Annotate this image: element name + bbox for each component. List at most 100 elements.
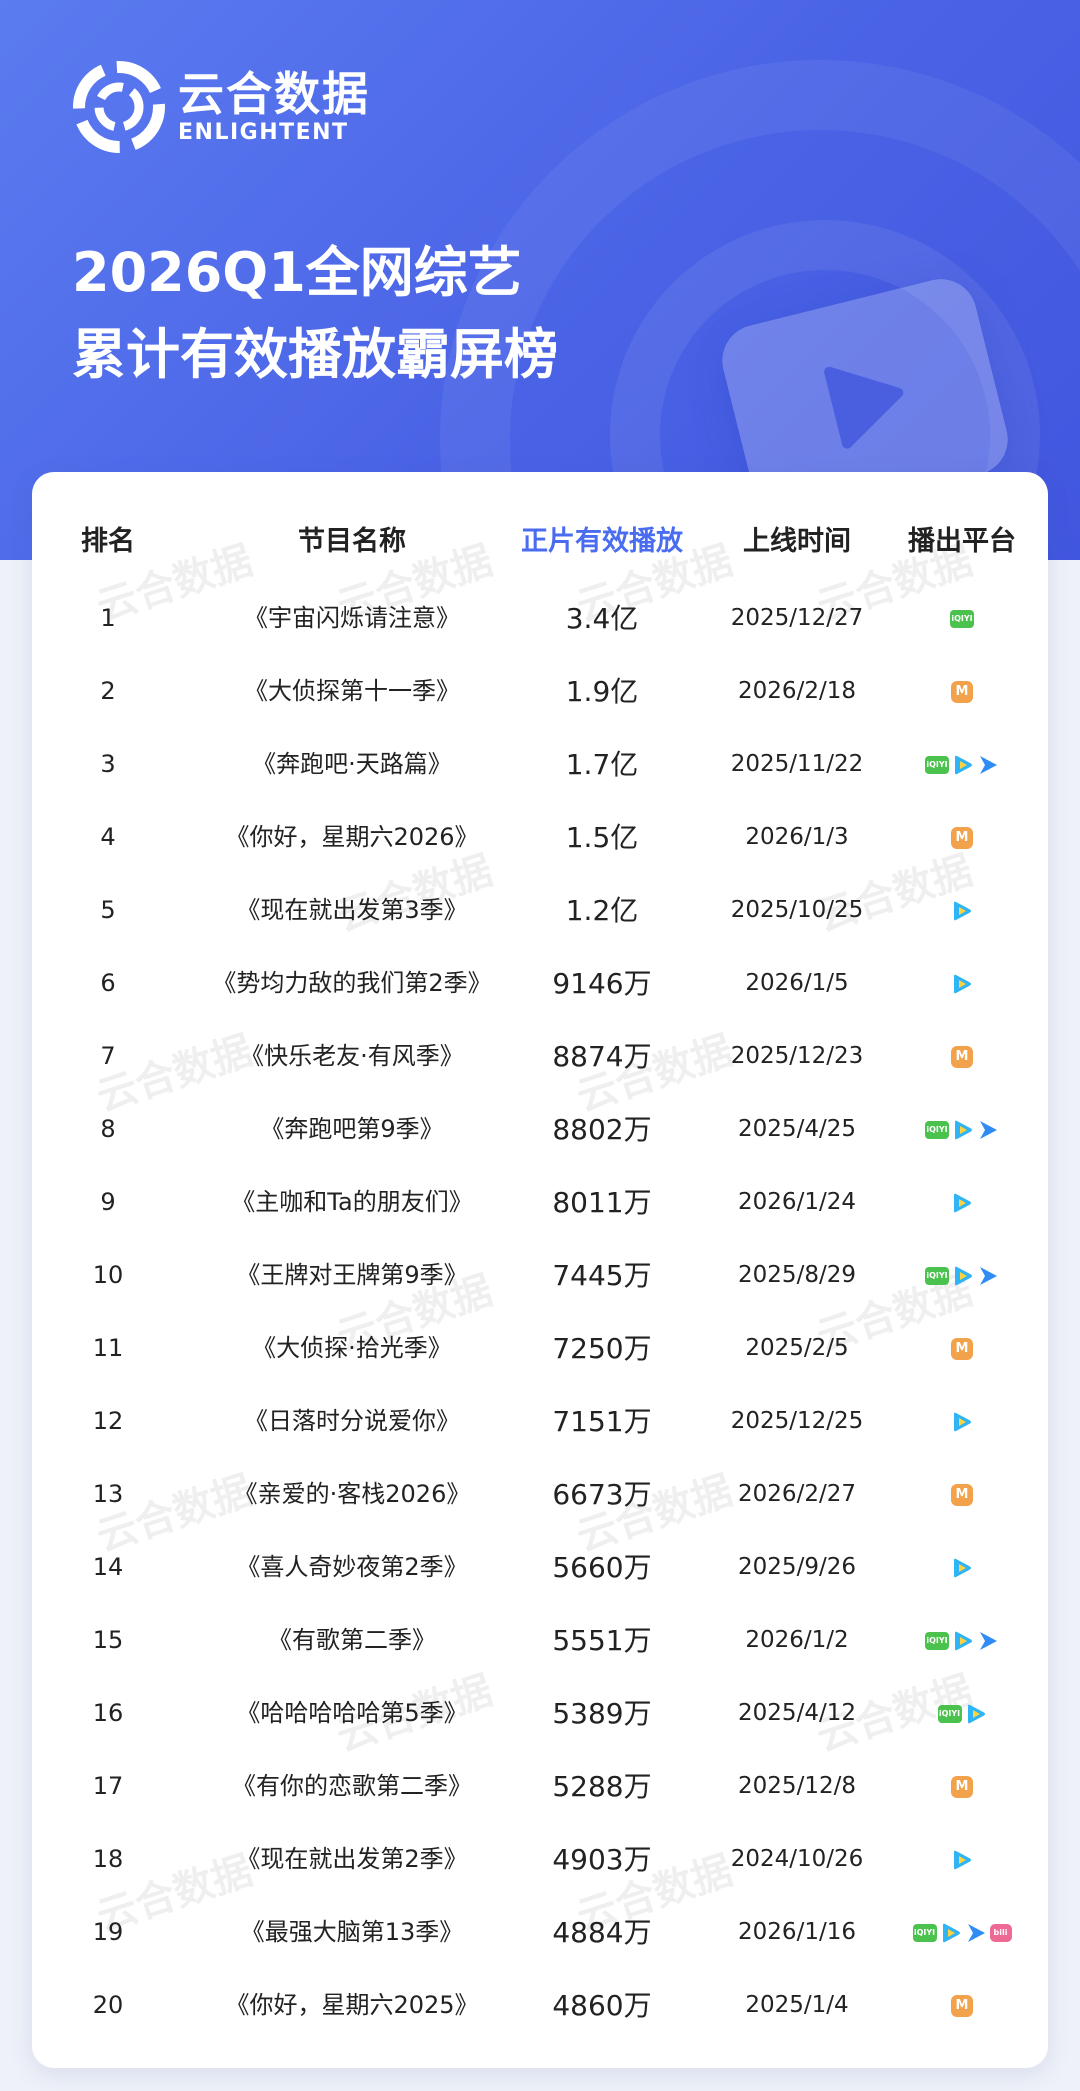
rank-cell: 2 [100, 677, 116, 705]
rank-cell: 15 [92, 1626, 124, 1654]
platform-cell: iQIYI bili [862, 1896, 1048, 1969]
platform-cell [862, 801, 1048, 874]
platform-cell [862, 1823, 1048, 1896]
rank-cell: 1 [100, 604, 116, 632]
iqiyi-icon: iQIYI [912, 1923, 937, 1942]
bilibili-icon: bili [989, 1923, 1012, 1942]
table-row: 6 《势均力敌的我们第2季》 9146万 2026/1/5 [32, 947, 1048, 1020]
table-row: 15 《有歌第二季》 5551万 2026/1/2 iQIYI [32, 1604, 1048, 1677]
youku-icon [980, 1631, 997, 1650]
iqiyi-icon: iQIYI [925, 755, 949, 774]
iqiyi-icon: iQIYI [925, 1266, 949, 1285]
mango-tv-icon [951, 680, 973, 703]
platform-cell [862, 1531, 1048, 1604]
table-row: 8 《奔跑吧第9季》 8802万 2025/4/25 iQIYI [32, 1093, 1048, 1166]
rank-cell: 16 [92, 1699, 124, 1727]
mango-tv-icon [951, 1483, 973, 1506]
tencent-video-icon [954, 1193, 971, 1212]
tencent-video-icon [955, 755, 972, 774]
rank-cell: 4 [100, 823, 116, 851]
rank-cell: 19 [92, 1918, 124, 1946]
tencent-video-icon [955, 1631, 972, 1650]
platform-cell [862, 655, 1048, 728]
youku-icon [980, 1266, 997, 1285]
table-row: 4 《你好，星期六2026》 1.5亿 2026/1/3 [32, 801, 1048, 874]
platform-cell [862, 1385, 1048, 1458]
mango-tv-icon [951, 1045, 973, 1068]
tencent-video-icon [954, 901, 971, 920]
brand-logo: 云合数据 ENLIGHTENT [72, 60, 370, 154]
platform-cell: iQIYI [862, 1677, 1048, 1750]
rank-cell: 3 [100, 750, 116, 778]
tencent-video-icon [955, 1266, 972, 1285]
brand-name-cn: 云合数据 [178, 67, 370, 121]
rank-cell: 14 [92, 1553, 124, 1581]
table-row: 18 《现在就出发第2季》 4903万 2024/10/26 [32, 1823, 1048, 1896]
rank-cell: 17 [92, 1772, 124, 1800]
table-row: 5 《现在就出发第3季》 1.2亿 2025/10/25 [32, 874, 1048, 947]
tencent-video-icon [954, 1850, 971, 1869]
rank-cell: 9 [100, 1188, 116, 1216]
rank-cell: 20 [92, 1991, 124, 2019]
platform-cell [862, 947, 1048, 1020]
rank-cell: 6 [100, 969, 116, 997]
rank-cell: 13 [92, 1480, 124, 1508]
ranking-card: 云合数据 云合数据 云合数据 云合数据 云合数据 云合数据 云合数据 云合数据 云合数据 云合数据… [32, 472, 1048, 2068]
mango-tv-icon [951, 1337, 973, 1360]
table-row: 11 《大侦探·拾光季》 7250万 2025/2/5 [32, 1312, 1048, 1385]
enlightent-logo-icon [73, 61, 165, 153]
table-row: 2 《大侦探第十一季》 1.9亿 2026/2/18 [32, 655, 1048, 728]
table-row: 13 《亲爱的·客栈2026》 6673万 2026/2/27 [32, 1458, 1048, 1531]
brand-name-en: ENLIGHTENT [178, 120, 349, 145]
table-row: 1 《宇宙闪烁请注意》 3.4亿 2025/12/27 iQIYI [32, 582, 1048, 655]
table-row: 9 《主咖和Ta的朋友们》 8011万 2026/1/24 [32, 1166, 1048, 1239]
title-line-1: 2026Q1全网综艺 [72, 241, 522, 304]
platform-cell [862, 1458, 1048, 1531]
rank-cell: 7 [100, 1042, 116, 1070]
platform-cell [862, 1166, 1048, 1239]
header-platform: 播出平台 [908, 526, 1016, 557]
title-line-2: 累计有效播放霸屏榜 [72, 323, 558, 386]
platform-cell [862, 1969, 1048, 2042]
header-rank: 排名 [81, 526, 135, 557]
table-row: 14 《喜人奇妙夜第2季》 5660万 2025/9/26 [32, 1531, 1048, 1604]
rank-cell: 10 [92, 1261, 124, 1289]
iqiyi-icon: iQIYI [950, 609, 974, 628]
tencent-video-icon [954, 1558, 971, 1577]
table-row: 19 《最强大脑第13季》 4884万 2026/1/16 iQIYI bili [32, 1896, 1048, 1969]
rank-cell: 5 [100, 896, 116, 924]
table-row: 17 《有你的恋歌第二季》 5288万 2025/12/8 [32, 1750, 1048, 1823]
platform-cell: iQIYI [862, 1093, 1048, 1166]
iqiyi-icon: iQIYI [937, 1704, 962, 1723]
table-row: 20 《你好，星期六2025》 4860万 2025/1/4 [32, 1969, 1048, 2042]
table-header: 排名 节目名称 正片有效播放 上线时间 播出平台 [32, 512, 1048, 572]
tencent-video-icon [967, 1704, 985, 1723]
platform-cell [862, 874, 1048, 947]
play-icon [824, 366, 904, 449]
table-row: 10 《王牌对王牌第9季》 7445万 2025/8/29 iQIYI [32, 1239, 1048, 1312]
table-row: 12 《日落时分说爱你》 7151万 2025/12/25 [32, 1385, 1048, 1458]
mango-tv-icon [951, 1775, 973, 1798]
platform-cell [862, 1312, 1048, 1385]
platform-cell [862, 1750, 1048, 1823]
mango-tv-icon [951, 826, 973, 849]
platform-cell: iQIYI [862, 1239, 1048, 1312]
iqiyi-icon: iQIYI [925, 1120, 949, 1139]
platform-cell: iQIYI [862, 1604, 1048, 1677]
tencent-video-icon [955, 1120, 972, 1139]
page-title: 2026Q1全网综艺 累计有效播放霸屏榜 [72, 232, 558, 396]
table-row: 16 《哈哈哈哈哈第5季》 5389万 2025/4/12 iQIYI [32, 1677, 1048, 1750]
rank-cell: 18 [92, 1845, 124, 1873]
rank-cell: 8 [100, 1115, 116, 1143]
rank-cell: 11 [92, 1334, 124, 1362]
youku-icon [967, 1923, 985, 1942]
youku-icon [980, 755, 997, 774]
youku-icon [980, 1120, 997, 1139]
platform-cell: iQIYI [862, 582, 1048, 655]
table-row: 7 《快乐老友·有风季》 8874万 2025/12/23 [32, 1020, 1048, 1093]
mango-tv-icon [951, 1994, 973, 2017]
platform-cell: iQIYI [862, 728, 1048, 801]
tencent-video-icon [954, 1412, 971, 1431]
table-row: 3 《奔跑吧·天路篇》 1.7亿 2025/11/22 iQIYI [32, 728, 1048, 801]
platform-cell [862, 1020, 1048, 1093]
